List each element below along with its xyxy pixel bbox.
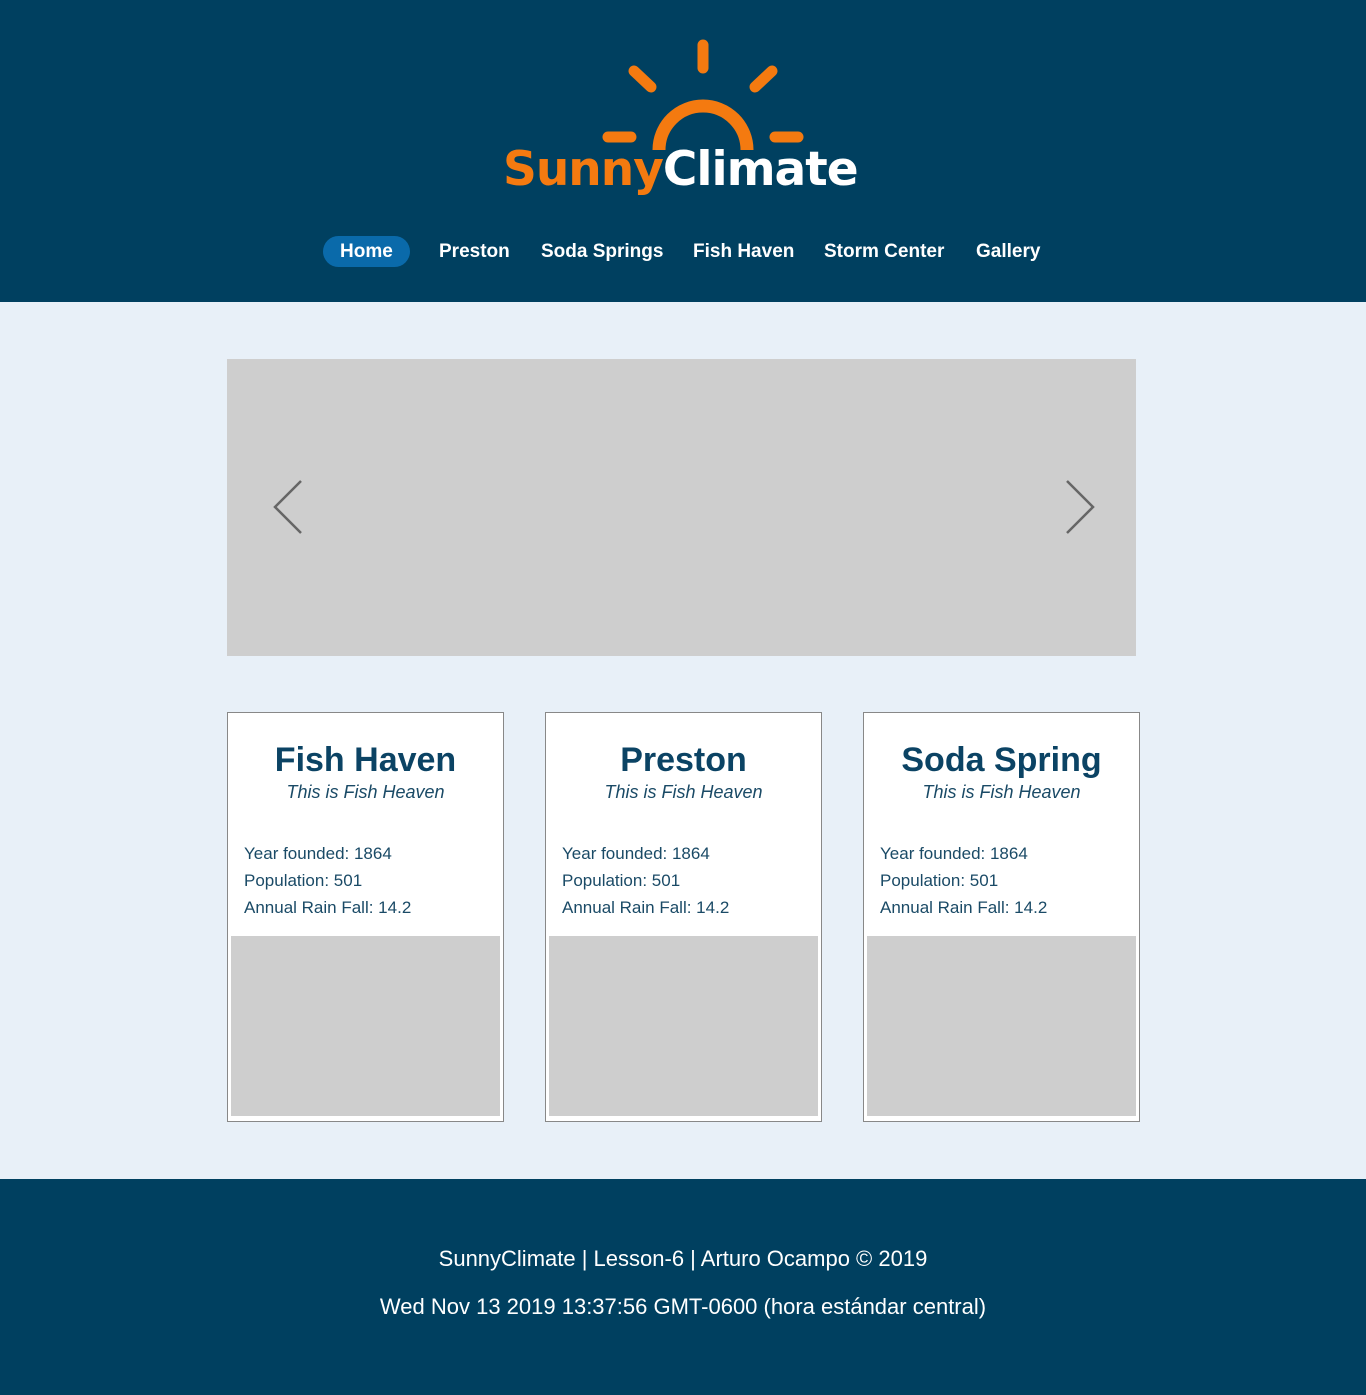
card-population: Population: 501: [562, 871, 681, 890]
hero-slider: [227, 359, 1136, 656]
card-facts: Year founded: 1864 Population: 501 Annua…: [880, 840, 1047, 921]
nav-item-preston[interactable]: Preston: [439, 236, 510, 267]
card-population: Population: 501: [880, 871, 999, 890]
site-logo[interactable]: SunnyClimate: [503, 38, 863, 203]
town-card-preston: Preston This is Fish Heaven Year founded…: [545, 712, 822, 1122]
card-image: [867, 936, 1136, 1116]
card-year-founded: Year founded: 1864: [244, 844, 392, 863]
card-image: [231, 936, 500, 1116]
slider-next-button[interactable]: [1059, 477, 1103, 537]
card-motto: This is Fish Heaven: [604, 782, 763, 802]
nav-item-gallery[interactable]: Gallery: [976, 236, 1040, 267]
town-card-soda-spring: Soda Spring This is Fish Heaven Year fou…: [863, 712, 1140, 1122]
card-title: Soda Spring: [901, 741, 1102, 779]
site-header: SunnyClimate Home Preston Soda Springs F…: [0, 0, 1366, 302]
chevron-left-icon: [273, 480, 302, 534]
card-rainfall: Annual Rain Fall: 14.2: [244, 898, 412, 917]
chevron-right-icon: [1066, 480, 1095, 534]
nav-item-fish-haven[interactable]: Fish Haven: [693, 236, 794, 267]
logo-wordmark: SunnyClimate: [503, 142, 863, 198]
footer-credit: SunnyClimate | Lesson-6 | Arturo Ocampo …: [438, 1246, 928, 1271]
footer-date: Wed Nov 13 2019 13:37:56 GMT-0600 (hora …: [379, 1294, 987, 1319]
card-year-founded: Year founded: 1864: [562, 844, 710, 863]
slider-prev-button[interactable]: [271, 477, 315, 537]
card-population: Population: 501: [244, 871, 363, 890]
card-facts: Year founded: 1864 Population: 501 Annua…: [562, 840, 729, 921]
card-image: [549, 936, 818, 1116]
nav-item-soda-springs[interactable]: Soda Springs: [541, 236, 663, 267]
card-rainfall: Annual Rain Fall: 14.2: [880, 898, 1048, 917]
card-facts: Year founded: 1864 Population: 501 Annua…: [244, 840, 411, 921]
logo-climate: Climate: [662, 142, 859, 197]
card-rainfall: Annual Rain Fall: 14.2: [562, 898, 730, 917]
nav-item-storm-center[interactable]: Storm Center: [824, 236, 944, 267]
card-year-founded: Year founded: 1864: [880, 844, 1028, 863]
card-title: Preston: [620, 741, 747, 779]
card-motto: This is Fish Heaven: [922, 782, 1081, 802]
town-card-fish-haven: Fish Haven This is Fish Heaven Year foun…: [227, 712, 504, 1122]
main-nav: Home Preston Soda Springs Fish Haven Sto…: [0, 236, 1366, 268]
nav-item-home[interactable]: Home: [323, 236, 410, 267]
card-motto: This is Fish Heaven: [286, 782, 445, 802]
card-title: Fish Haven: [274, 741, 457, 779]
site-footer: SunnyClimate | Lesson-6 | Arturo Ocampo …: [0, 1179, 1366, 1395]
logo-sunny: Sunny: [503, 142, 664, 197]
